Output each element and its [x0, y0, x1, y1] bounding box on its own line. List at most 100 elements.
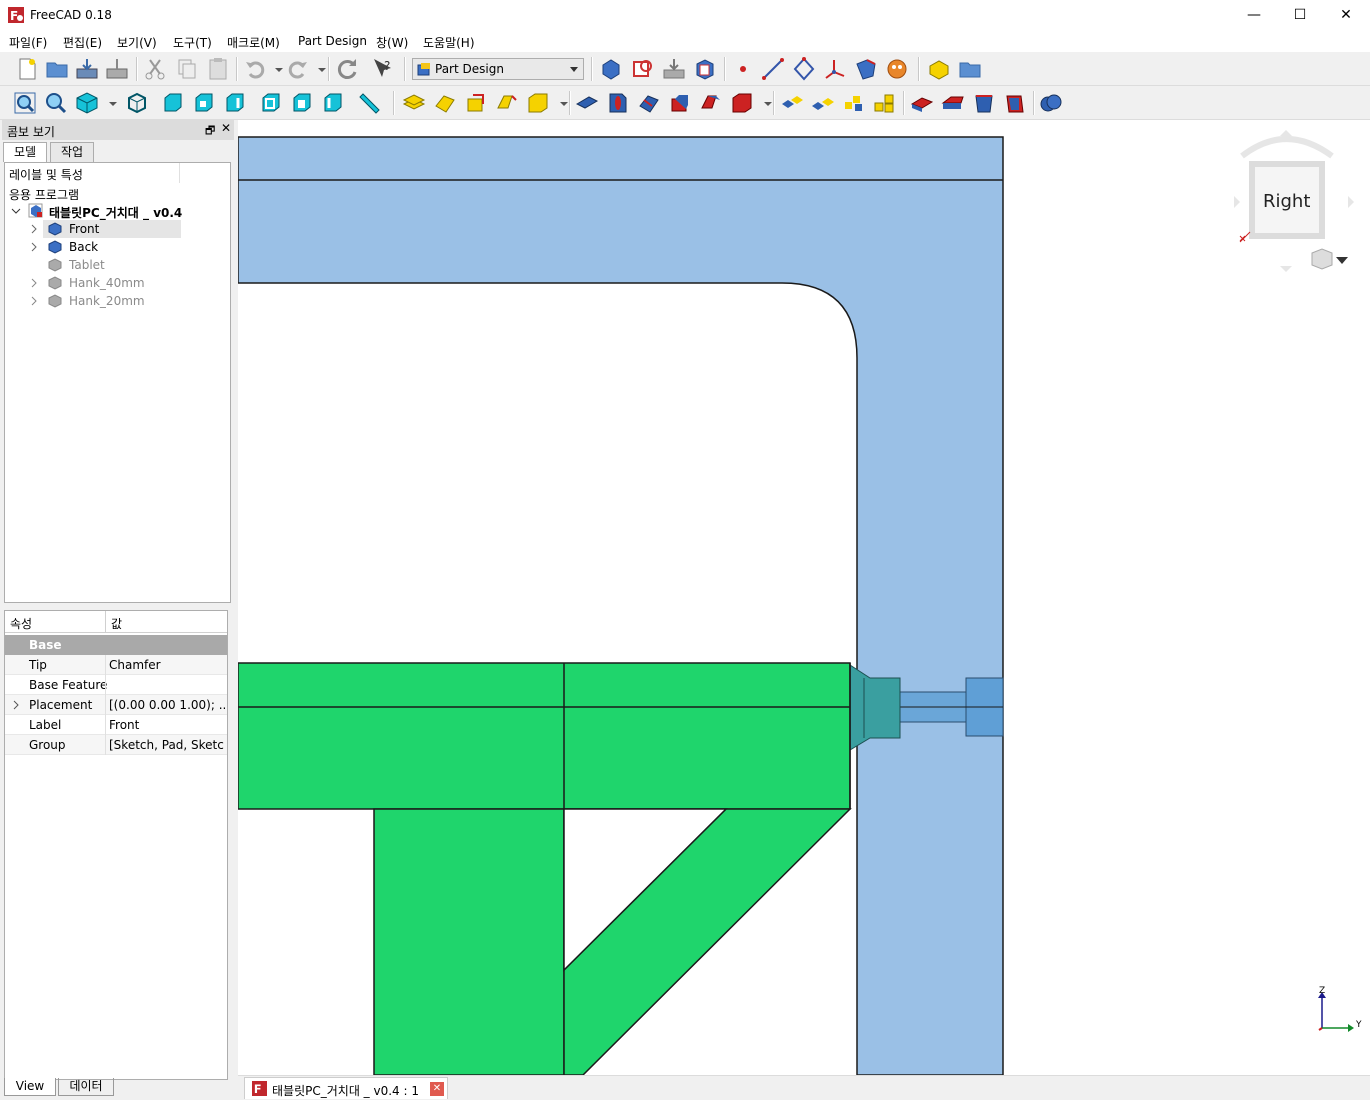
pad-icon[interactable] — [401, 90, 427, 116]
chevron-right-icon[interactable] — [29, 242, 39, 252]
menu-tools[interactable]: 도구(T) — [173, 34, 212, 51]
polar-pattern-icon[interactable] — [841, 90, 867, 116]
chevron-right-icon[interactable] — [29, 278, 39, 288]
menu-macro[interactable]: 매크로(M) — [227, 34, 280, 51]
redo-dropdown-icon[interactable] — [309, 56, 326, 82]
check-geometry-icon[interactable] — [692, 56, 718, 82]
create-sketch-icon[interactable] — [630, 56, 656, 82]
datum-point-icon[interactable] — [730, 56, 756, 82]
additive-pipe-icon[interactable] — [494, 90, 520, 116]
boolean-operation-icon[interactable] — [1038, 90, 1064, 116]
property-row-label[interactable]: Label Front — [5, 715, 227, 735]
tree-item-back[interactable]: Back — [5, 238, 230, 256]
3d-viewport[interactable]: Right Z Y — [238, 120, 1370, 1075]
local-coordinate-system-icon[interactable] — [822, 56, 848, 82]
menu-file[interactable]: 파일(F) — [9, 34, 47, 51]
property-value[interactable]: [Sketch, Pad, Sketc... — [109, 738, 225, 752]
save-icon[interactable] — [74, 56, 100, 82]
additive-primitive-dropdown-icon[interactable] — [551, 90, 568, 116]
navigation-cube[interactable]: Right — [1228, 128, 1358, 278]
clone-icon[interactable] — [884, 56, 910, 82]
tree-item-tablet[interactable]: Tablet — [5, 256, 230, 274]
datum-plane-icon[interactable] — [791, 56, 817, 82]
cut-icon[interactable] — [142, 56, 168, 82]
menu-help[interactable]: 도움말(H) — [423, 34, 475, 51]
whats-this-icon[interactable]: ? — [370, 56, 396, 82]
mirrored-icon[interactable] — [779, 90, 805, 116]
document-tab[interactable]: F 태블릿PC_거치대 _ v0.4 : 1 ✕ — [244, 1077, 448, 1099]
paste-icon[interactable] — [205, 56, 231, 82]
property-value[interactable]: [(0.00 0.00 1.00); ... — [109, 698, 225, 712]
property-row-placement[interactable]: Placement [(0.00 0.00 1.00); ... — [5, 695, 227, 715]
hole-icon[interactable] — [605, 90, 631, 116]
view-bottom-icon[interactable] — [289, 90, 315, 116]
undock-icon[interactable]: 🗗 — [205, 122, 215, 141]
redo-icon[interactable] — [285, 56, 311, 82]
create-body-icon[interactable] — [598, 56, 624, 82]
chevron-right-icon[interactable] — [29, 224, 39, 234]
tab-model[interactable]: 모델 — [3, 142, 47, 162]
subtractive-pipe-icon[interactable] — [698, 90, 724, 116]
menu-window[interactable]: 창(W) — [376, 34, 408, 51]
fillet-icon[interactable] — [909, 90, 935, 116]
subtractive-loft-icon[interactable] — [667, 90, 693, 116]
additive-loft-icon[interactable] — [463, 90, 489, 116]
subtractive-primitive-dropdown-icon[interactable] — [755, 90, 772, 116]
close-panel-icon[interactable]: ✕ — [221, 121, 231, 135]
navcube-menu-icon[interactable] — [1310, 247, 1350, 273]
property-row-base-feature[interactable]: Base Feature — [5, 675, 227, 695]
navcube-face-label[interactable]: Right — [1263, 191, 1310, 212]
property-row-group[interactable]: Group [Sketch, Pad, Sketc... — [5, 735, 227, 755]
multi-transform-icon[interactable] — [872, 90, 898, 116]
validate-sketch-icon[interactable] — [661, 56, 687, 82]
view-front-icon[interactable] — [160, 90, 186, 116]
property-value[interactable]: Chamfer — [109, 658, 225, 672]
groove-icon[interactable] — [636, 90, 662, 116]
minimize-button[interactable]: — — [1231, 0, 1277, 30]
tab-data[interactable]: 데이터 — [58, 1078, 114, 1096]
property-group-row[interactable]: Base — [5, 635, 227, 655]
property-value[interactable]: Front — [109, 718, 225, 732]
draft-icon[interactable] — [971, 90, 997, 116]
close-window-button[interactable]: ✕ — [1323, 0, 1369, 30]
undo-icon[interactable] — [242, 56, 268, 82]
additive-primitive-icon[interactable] — [525, 90, 551, 116]
linear-pattern-icon[interactable] — [810, 90, 836, 116]
pocket-icon[interactable] — [574, 90, 600, 116]
chamfer-icon[interactable] — [940, 90, 966, 116]
tree-item-hank-20mm[interactable]: Hank_20mm — [5, 292, 230, 310]
chevron-down-icon[interactable] — [11, 206, 21, 216]
create-part-icon[interactable] — [926, 56, 952, 82]
isometric-view-icon[interactable] — [74, 90, 100, 116]
view-left-icon[interactable] — [320, 90, 346, 116]
chevron-right-icon[interactable] — [29, 296, 39, 306]
workbench-select[interactable]: Part Design — [412, 58, 584, 80]
save-as-icon[interactable] — [104, 56, 130, 82]
menu-part-design[interactable]: Part Design — [298, 34, 367, 48]
tree-item-front[interactable]: Front — [5, 220, 230, 238]
open-folder-icon[interactable] — [44, 56, 70, 82]
refresh-icon[interactable] — [334, 56, 360, 82]
copy-icon[interactable] — [174, 56, 200, 82]
tree-item-hank-40mm[interactable]: Hank_40mm — [5, 274, 230, 292]
subtractive-primitive-icon[interactable] — [729, 90, 755, 116]
menu-view[interactable]: 보기(V) — [117, 34, 157, 51]
view-right-icon[interactable] — [222, 90, 248, 116]
view-top-icon[interactable] — [191, 90, 217, 116]
revolution-icon[interactable] — [432, 90, 458, 116]
maximize-button[interactable]: ☐ — [1277, 0, 1323, 30]
tab-tasks[interactable]: 작업 — [50, 142, 94, 162]
tab-view[interactable]: View — [4, 1078, 56, 1096]
undo-dropdown-icon[interactable] — [266, 56, 283, 82]
view-rear-icon[interactable] — [258, 90, 284, 116]
measure-distance-icon[interactable] — [357, 90, 383, 116]
tree-document-row[interactable]: 태블릿PC_거치대 _ v0.4 — [5, 202, 230, 220]
model-render[interactable] — [238, 120, 1370, 1075]
close-tab-icon[interactable]: ✕ — [430, 1082, 444, 1096]
shape-binder-icon[interactable] — [853, 56, 879, 82]
menu-edit[interactable]: 편집(E) — [63, 34, 102, 51]
fit-selection-icon[interactable] — [43, 90, 69, 116]
thickness-icon[interactable] — [1002, 90, 1028, 116]
view-menu-dropdown-icon[interactable] — [100, 90, 117, 116]
fit-all-icon[interactable] — [12, 90, 38, 116]
